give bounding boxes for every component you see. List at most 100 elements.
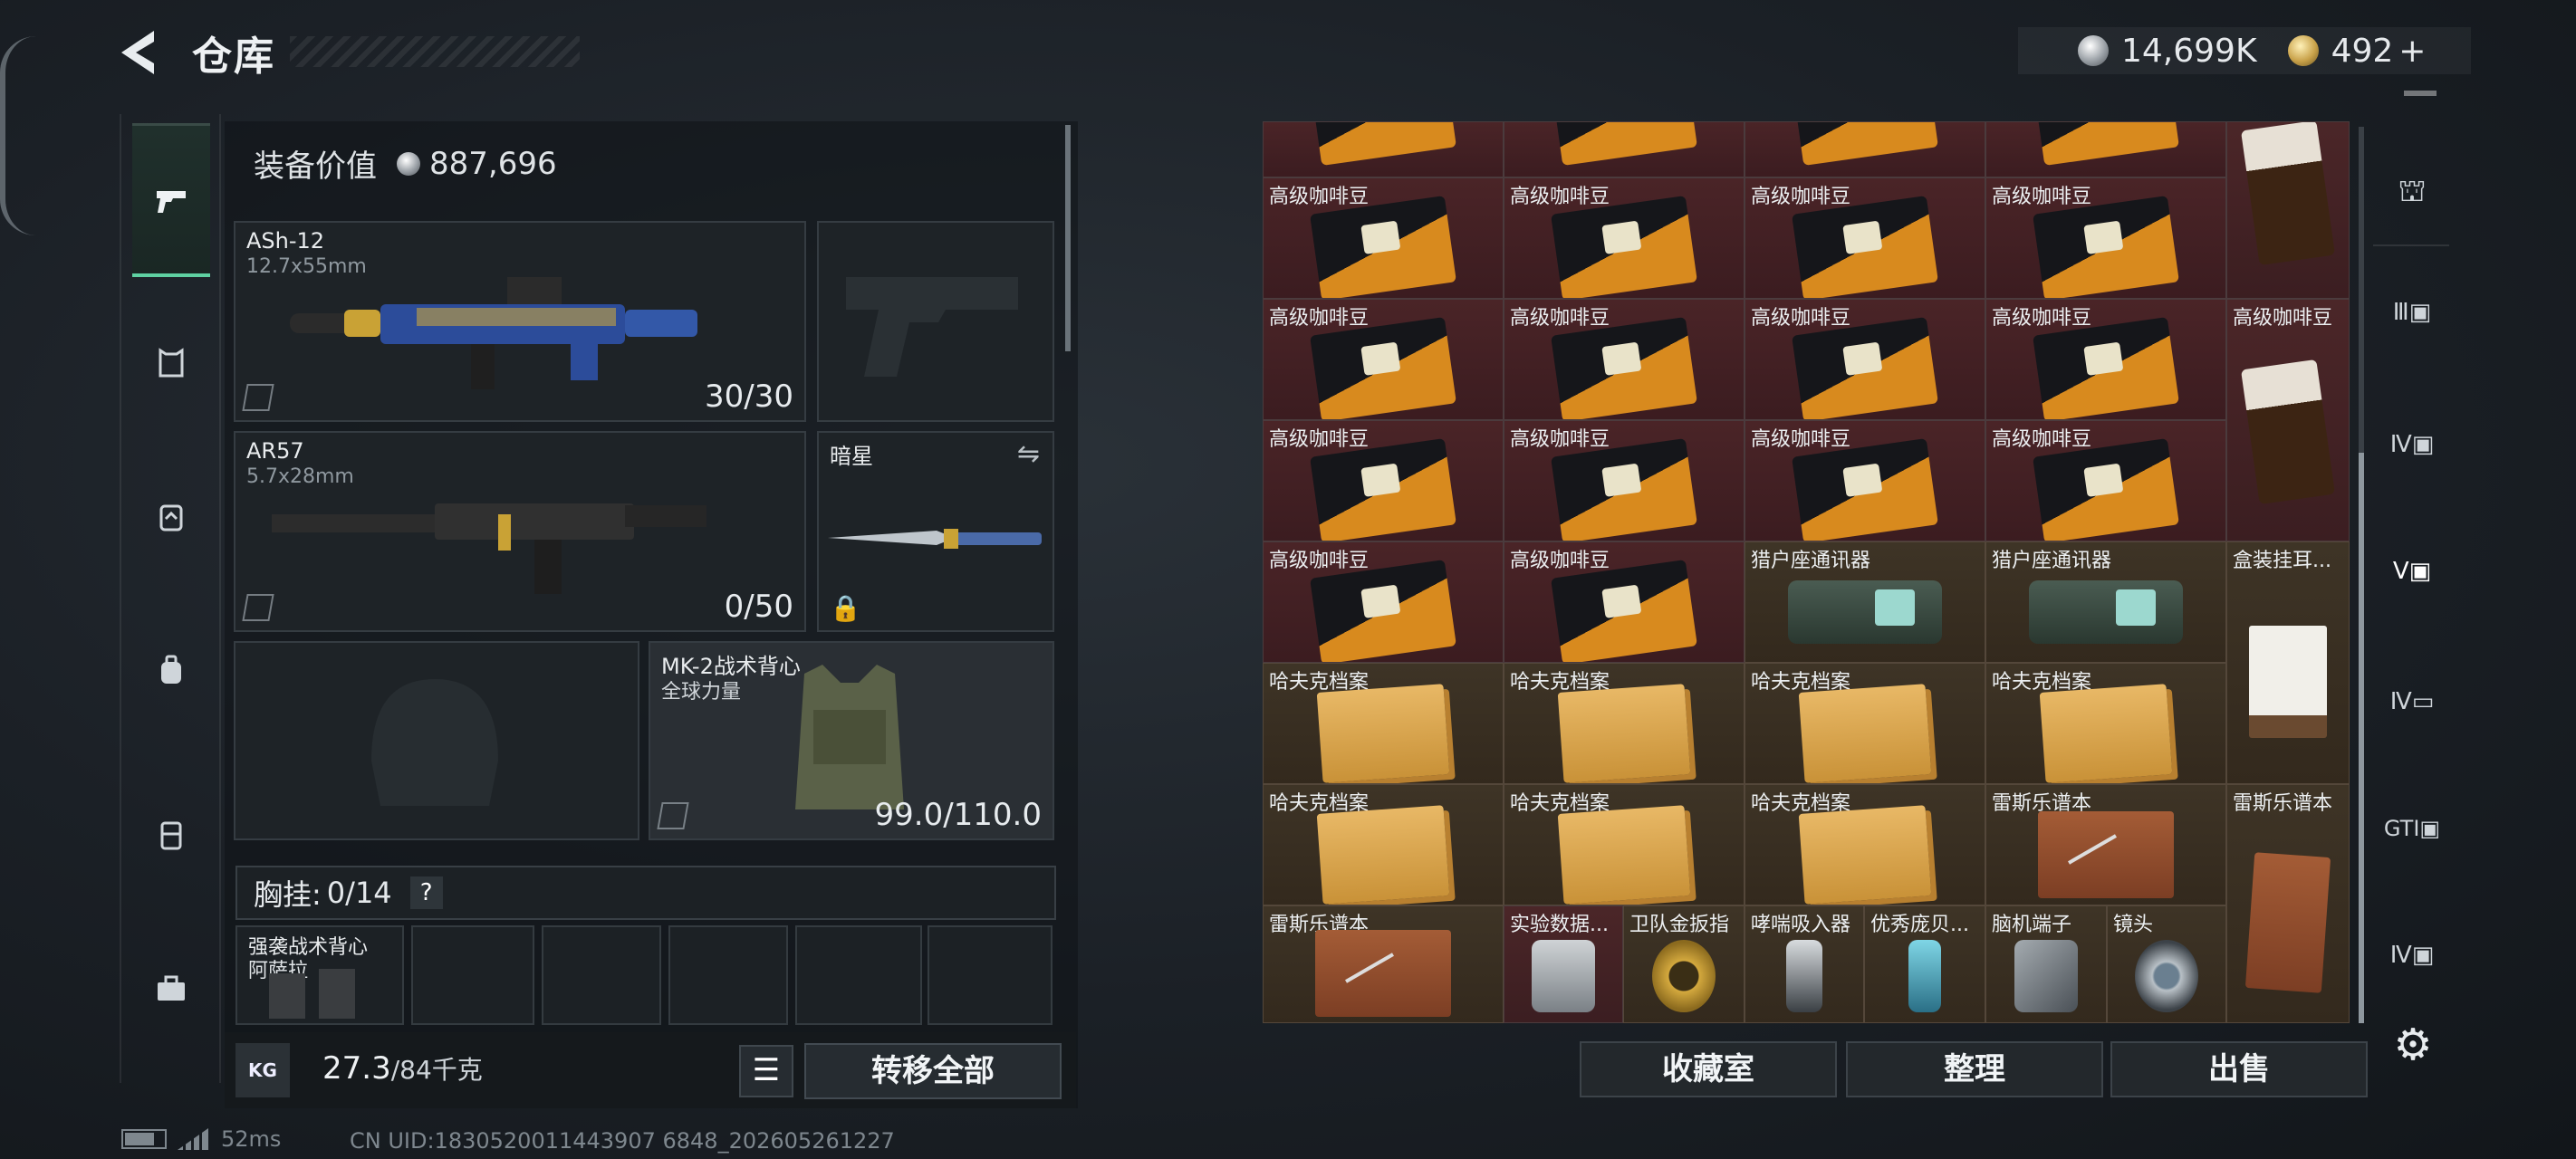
add-gold-button[interactable]: + [2398,33,2426,70]
secondary-weapon-name: AR57 [246,438,304,464]
grid-item-coffee[interactable]: 高级咖啡豆 [1745,420,1985,541]
uid-text: CN UID:1830520011443907 6848_20260526122… [350,1128,895,1154]
grid-item-coffee[interactable] [1504,121,1745,177]
helmet-slot[interactable] [234,641,639,840]
loadout-scrollbar[interactable] [1065,125,1071,351]
grid-item-hafuk-file[interactable]: 哈夫克档案 [1263,784,1504,905]
silver-coin-icon [2078,35,2109,66]
collection-room-button[interactable]: 收藏室 [1580,1041,1837,1097]
swap-icon[interactable]: ⇋ [1017,438,1040,470]
grid-item-coffee[interactable] [1985,121,2226,177]
grid-item-communicator[interactable]: 猎户座通讯器 [1985,541,2226,663]
grid-item-coffee[interactable]: 高级咖啡豆 [1985,177,2226,299]
vest-slot[interactable]: MK-2战术背心 全球力量 99.0/110.0 [649,641,1054,840]
grid-item-brain-terminal[interactable]: 脑机端子 [1985,905,2107,1023]
help-button[interactable]: ? [409,876,443,909]
grid-item-coffee[interactable] [1263,121,1504,177]
list-view-button[interactable]: ☰ [739,1045,793,1097]
weight-max: /84千克 [390,1055,483,1085]
tier4-case-icon[interactable]: Ⅳ▭ [2380,670,2444,733]
title-decoration [290,36,580,67]
tier4-container-icon[interactable]: Ⅳ▣ [2380,413,2444,476]
item-label: 高级咖啡豆 [1992,428,2092,451]
storage-scrollbar-thumb[interactable] [2359,453,2364,1023]
grid-item-coffee[interactable]: 高级咖啡豆 [1504,420,1745,541]
grid-item-hafuk-file[interactable]: 哈夫克档案 [1985,663,2226,784]
settings-gear-icon[interactable]: ⚙ [2388,1020,2438,1070]
item-label: 高级咖啡豆 [1510,186,1610,208]
grid-item-communicator[interactable]: 猎户座通讯器 [1745,541,1985,663]
grid-item-gold-ring[interactable]: 卫队金扳指 [1623,905,1745,1023]
item-label: 高级咖啡豆 [1992,307,2092,330]
pouch-slot[interactable] [542,925,661,1025]
transfer-all-button[interactable]: 转移全部 [804,1043,1062,1099]
item-label: 高级咖啡豆 [1751,428,1851,451]
chest-rig-bar[interactable]: 胸挂: 0/14 ? [235,866,1056,920]
rail-toolbox[interactable] [132,911,210,1065]
grid-item-coffee-bag[interactable]: 高级咖啡豆 [2226,299,2350,541]
grid-item-coffee[interactable]: 高级咖啡豆 [1504,541,1745,663]
grid-item-inhaler[interactable]: 哮喘吸入器 [1745,905,1864,1023]
grid-item-coffee[interactable]: 高级咖啡豆 [1745,177,1985,299]
ar57-rifle-icon [272,503,706,594]
back-arrow-icon[interactable] [118,27,165,78]
sell-button[interactable]: 出售 [2110,1041,2368,1097]
grid-item-coffee[interactable]: 高级咖啡豆 [1263,299,1504,420]
grid-item-hafuk-file[interactable]: 哈夫克档案 [1263,663,1504,784]
primary-weapon-ammo: 30/30 [705,378,793,415]
rail-case[interactable] [132,757,210,911]
grid-item-pompeii[interactable]: 优秀庞贝... [1864,905,1985,1023]
rail-backpack[interactable] [132,594,210,748]
grid-item-barista-box[interactable]: 盒装挂耳... [2226,541,2350,784]
item-label: 高级咖啡豆 [1751,307,1851,330]
grid-item-coffee[interactable]: 高级咖啡豆 [1263,541,1504,663]
rail-rig[interactable] [132,440,210,594]
signal-icon [178,1128,208,1150]
tier5-container-icon[interactable]: Ⅴ▣ [2380,540,2444,603]
rail-weapons[interactable] [132,123,210,277]
grid-item-coffee[interactable]: 高级咖啡豆 [1745,299,1985,420]
item-label: 高级咖啡豆 [1269,307,1370,330]
grid-item-music-book[interactable]: 雷斯乐谱本 [1263,905,1504,1023]
grid-item-music-book[interactable]: 雷斯乐谱本 [2226,784,2350,1023]
silver-amount: 14,699K [2121,32,2257,70]
grid-item-coffee[interactable]: 高级咖啡豆 [1504,299,1745,420]
grid-item-coffee[interactable]: 高级咖啡豆 [1504,177,1745,299]
tier4-box-icon[interactable]: Ⅳ▣ [2380,924,2444,987]
melee-slot[interactable]: 暗星 ⇋ 🔒 [817,431,1054,632]
pouch-slot[interactable] [411,925,534,1025]
grid-item-hafuk-file[interactable]: 哈夫克档案 [1504,663,1745,784]
gti-container-icon[interactable]: GTI▣ [2380,797,2444,860]
secondary-weapon-ammo: 0/50 [724,589,793,625]
currency-bar: 14,699K 492 + [2018,27,2471,74]
grid-item-music-book[interactable]: 雷斯乐谱本 [1985,784,2226,905]
grid-item-hafuk-file[interactable]: 哈夫克档案 [1745,784,1985,905]
grid-item-hafuk-file[interactable]: 哈夫克档案 [1745,663,1985,784]
pouch-slot[interactable] [928,925,1053,1025]
rail-armor[interactable] [132,286,210,440]
secondary-weapon-slot[interactable]: AR57 5.7x28mm 0/50 [234,431,806,632]
primary-weapon-slot[interactable]: ASh-12 12.7x55mm 30/30 [234,221,806,422]
grid-item-lab-data[interactable]: 实验数据... [1504,905,1623,1023]
grid-item-lens[interactable]: 镜头 [2107,905,2226,1023]
tier3-container-icon[interactable]: Ⅲ▣ [2380,281,2444,344]
item-label: 高级咖啡豆 [2233,307,2333,330]
knife-icon [828,529,1042,549]
grid-item-coffee[interactable]: 高级咖啡豆 [1263,177,1504,299]
item-label: 高级咖啡豆 [1510,550,1610,572]
grid-item-coffee-bag[interactable] [2226,121,2350,299]
storage-grid: 高级咖啡豆 高级咖啡豆 高级咖啡豆 高级咖啡豆 高级咖啡豆 高级咖啡豆 高级咖啡… [1263,121,2350,1023]
item-label: 高级咖啡豆 [1992,186,2092,208]
helmet-filter-icon[interactable]: ⛫ [2380,159,2444,223]
grid-item-coffee[interactable]: 高级咖啡豆 [1263,420,1504,541]
organize-button[interactable]: 整理 [1846,1041,2103,1097]
grid-item-coffee[interactable]: 高级咖啡豆 [1985,420,2226,541]
pouch-slot[interactable]: 强袭战术背心 阿萨拉 [235,925,404,1025]
pouch-slot[interactable] [795,925,922,1025]
grid-item-hafuk-file[interactable]: 哈夫克档案 [1504,784,1745,905]
sidearm-slot[interactable] [817,221,1054,422]
grid-item-coffee[interactable]: 高级咖啡豆 [1985,299,2226,420]
gold-amount: 492 [2331,32,2394,70]
pouch-slot[interactable] [668,925,788,1025]
grid-item-coffee[interactable] [1745,121,1985,177]
